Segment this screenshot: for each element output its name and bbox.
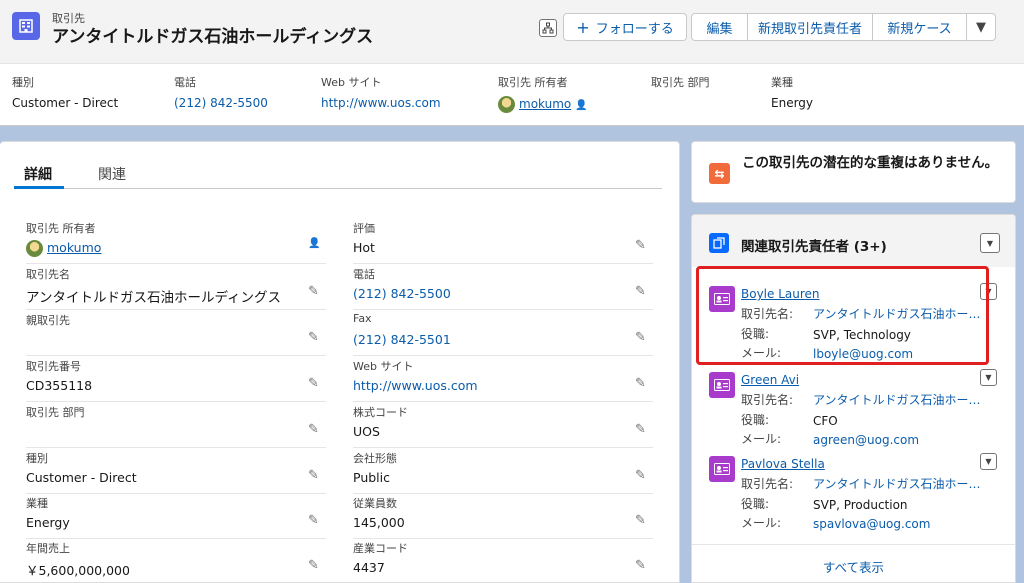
account-icon — [12, 12, 40, 40]
details-card: 詳細 関連 取引先 所有者 mokumo 👤 取引先名 アンタイトルドガス石油ホ… — [0, 141, 680, 583]
record-header: 取引先 アンタイトルドガス石油ホールディングス + フォローする 編集 新規取引… — [0, 0, 1024, 126]
chevron-down-icon[interactable]: ▼ — [980, 453, 997, 470]
follow-button[interactable]: + フォローする — [563, 13, 687, 41]
tab-bar: 詳細 関連 — [0, 142, 680, 190]
avatar — [498, 96, 515, 113]
field-website: Web サイト http://www.uos.com ✎ — [353, 358, 658, 402]
header-field-industry: 業種 Energy — [771, 76, 814, 110]
phone-link[interactable]: (212) 842-5500 — [174, 96, 268, 110]
edit-pencil-icon[interactable]: ✎ — [308, 284, 319, 299]
contact-icon — [709, 456, 735, 482]
field-employees: 従業員数 145,000 ✎ — [353, 495, 658, 539]
chevron-down-icon[interactable]: ▼ — [980, 233, 1000, 253]
page-title: アンタイトルドガス石油ホールディングス — [52, 27, 374, 47]
edit-pencil-icon[interactable]: ✎ — [635, 558, 646, 573]
email-link[interactable]: agreen@uog.com — [813, 433, 919, 447]
hierarchy-icon[interactable] — [539, 19, 557, 37]
contact-name-link[interactable]: Green Avi — [741, 373, 799, 387]
edit-pencil-icon[interactable]: ✎ — [308, 330, 319, 345]
duplicates-message: この取引先の潜在的な重複はありません。 — [742, 155, 999, 171]
duplicates-card: ⇆ この取引先の潜在的な重複はありません。 — [691, 141, 1016, 203]
account-link[interactable]: アンタイトルドガス石油ホールディングス — [813, 475, 983, 492]
email-link[interactable]: spavlova@uog.com — [813, 517, 930, 531]
field-account-name: 取引先名 アンタイトルドガス石油ホールディングス ✎ — [26, 266, 331, 310]
owner-link[interactable]: mokumo — [519, 97, 571, 111]
edit-pencil-icon[interactable]: ✎ — [308, 376, 319, 391]
edit-pencil-icon[interactable]: ✎ — [635, 330, 646, 345]
edit-pencil-icon[interactable]: ✎ — [635, 284, 646, 299]
account-link[interactable]: アンタイトルドガス石油ホールディングス — [813, 391, 983, 408]
highlight-box — [696, 266, 989, 365]
header-field-division: 取引先 部門 — [651, 76, 710, 89]
avatar — [26, 240, 43, 257]
change-owner-icon[interactable]: 👤 — [575, 100, 587, 111]
duplicate-icon: ⇆ — [709, 163, 730, 184]
field-type: 種別 Customer - Direct ✎ — [26, 450, 331, 494]
owner-link[interactable]: mokumo — [47, 240, 101, 255]
field-owner: 取引先 所有者 mokumo 👤 — [26, 220, 331, 264]
related-contacts-title[interactable]: 関連取引先責任者 (3+) — [741, 235, 887, 255]
field-ownership: 会社形態 Public ✎ — [353, 450, 658, 494]
fax-link[interactable]: (212) 842-5501 — [353, 332, 451, 347]
field-division: 取引先 部門 ✎ — [26, 404, 331, 448]
tab-related[interactable]: 関連 — [98, 164, 126, 184]
field-industry: 業種 Energy ✎ — [26, 495, 331, 539]
edit-pencil-icon[interactable]: ✎ — [308, 558, 319, 573]
change-owner-icon[interactable]: 👤 — [308, 238, 320, 249]
website-link[interactable]: http://www.uos.com — [321, 96, 441, 110]
more-actions-button[interactable]: ▼ — [966, 13, 996, 41]
chevron-down-icon[interactable]: ▼ — [980, 369, 997, 386]
header-field-type: 種別 Customer - Direct — [12, 76, 119, 110]
contacts-relation-icon — [709, 233, 729, 253]
contact-name-link[interactable]: Pavlova Stella — [741, 457, 825, 471]
edit-pencil-icon[interactable]: ✎ — [635, 513, 646, 528]
edit-pencil-icon[interactable]: ✎ — [308, 513, 319, 528]
header-field-owner: 取引先 所有者 mokumo 👤 — [498, 76, 588, 113]
edit-pencil-icon[interactable]: ✎ — [308, 422, 319, 437]
list-item: Pavlova Stella 取引先名:アンタイトルドガス石油ホールディングス … — [706, 451, 1011, 531]
header-top-bar: 取引先 アンタイトルドガス石油ホールディングス + フォローする 編集 新規取引… — [0, 0, 1024, 64]
field-annual-revenue: 年間売上 ￥5,600,000,000 ✎ — [26, 542, 319, 578]
related-contacts-header: 関連取引先責任者 (3+) ▼ — [692, 215, 1015, 267]
tab-details[interactable]: 詳細 — [24, 164, 52, 184]
header-field-website: Web サイト http://www.uos.com — [321, 76, 441, 110]
chevron-down-icon: ▼ — [976, 19, 986, 35]
field-rating: 評価 Hot ✎ — [353, 220, 658, 264]
view-all-link[interactable]: すべて表示 — [692, 557, 1015, 576]
active-tab-indicator — [14, 186, 64, 189]
website-link[interactable]: http://www.uos.com — [353, 378, 478, 393]
field-sic-code: 産業コード 4437 ✎ — [353, 542, 646, 575]
field-fax: Fax (212) 842-5501 ✎ — [353, 312, 658, 356]
new-contact-button[interactable]: 新規取引先責任者 — [747, 13, 873, 41]
field-ticker: 株式コード UOS ✎ — [353, 404, 658, 448]
field-phone: 電話 (212) 842-5500 ✎ — [353, 266, 658, 310]
follow-label: フォローする — [595, 21, 674, 37]
edit-pencil-icon[interactable]: ✎ — [635, 468, 646, 483]
phone-link[interactable]: (212) 842-5500 — [353, 286, 451, 301]
edit-pencil-icon[interactable]: ✎ — [308, 468, 319, 483]
edit-button[interactable]: 編集 — [691, 13, 748, 41]
contact-icon — [709, 372, 735, 398]
new-case-button[interactable]: 新規ケース — [872, 13, 967, 41]
list-item: Green Avi 取引先名:アンタイトルドガス石油ホールディングス 役職:CF… — [706, 367, 1011, 447]
plus-icon: + — [576, 17, 590, 37]
edit-pencil-icon[interactable]: ✎ — [635, 422, 646, 437]
edit-pencil-icon[interactable]: ✎ — [635, 376, 646, 391]
header-field-phone: 電話 (212) 842-5500 — [174, 76, 268, 110]
field-parent-account: 親取引先 ✎ — [26, 312, 331, 356]
edit-pencil-icon[interactable]: ✎ — [635, 238, 646, 253]
field-account-number: 取引先番号 CD355118 ✎ — [26, 358, 331, 402]
